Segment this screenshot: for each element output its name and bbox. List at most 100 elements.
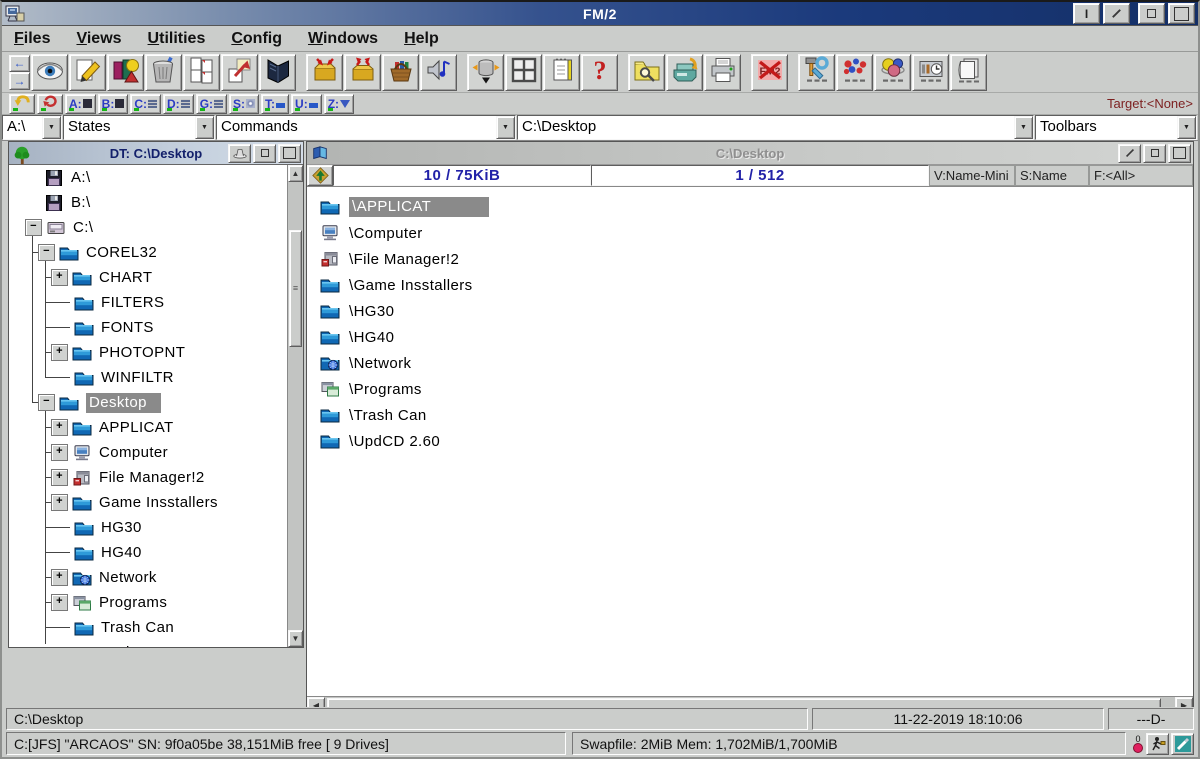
expand-button[interactable]: +	[51, 569, 68, 586]
utilities-button[interactable]	[798, 54, 835, 91]
sounds-button[interactable]	[420, 54, 457, 91]
collector-button[interactable]	[666, 54, 703, 91]
file-minimize-button[interactable]	[1143, 144, 1166, 163]
marker-button[interactable]	[1171, 733, 1194, 755]
chevron-down-icon[interactable]: ▼	[496, 116, 515, 139]
tree-item-label[interactable]: CHART	[99, 269, 152, 286]
docs-button[interactable]	[950, 54, 987, 91]
delete-button[interactable]	[145, 54, 182, 91]
combo-value[interactable]: A:\	[3, 116, 42, 139]
tree-item-label[interactable]: APPLICAT	[99, 419, 174, 436]
file-slash-button[interactable]	[1118, 144, 1141, 163]
tree-item-label[interactable]: Network	[99, 569, 157, 586]
combo-value[interactable]: Toolbars	[1036, 116, 1177, 139]
file-item--trash-can[interactable]: \Trash Can	[307, 402, 1193, 428]
expand-button[interactable]: +	[51, 494, 68, 511]
file-item--network[interactable]: \Network	[307, 350, 1193, 376]
collapse-button[interactable]: −	[38, 394, 55, 411]
move-button[interactable]	[221, 54, 258, 91]
scroll-left-button[interactable]: ◀	[307, 697, 325, 707]
menu-item-windows[interactable]: Windows	[308, 30, 378, 48]
tree-item-label[interactable]: COREL32	[86, 244, 157, 261]
tree-item-network[interactable]: + Network	[9, 565, 287, 590]
scroll-track[interactable]: ≡	[288, 182, 303, 630]
commands-button[interactable]	[259, 54, 296, 91]
menu-item-config[interactable]: Config	[231, 30, 282, 48]
combo-value[interactable]: States	[64, 116, 195, 139]
chevron-down-icon[interactable]: ▼	[195, 116, 214, 139]
tree-item-label[interactable]: B:\	[71, 194, 91, 211]
file-item--game-insstallers[interactable]: \Game Insstallers	[307, 272, 1193, 298]
copy-button[interactable]	[183, 54, 220, 91]
resize-button[interactable]	[467, 54, 504, 91]
scroll-thumb[interactable]	[327, 698, 1161, 707]
drive-button-a[interactable]: A:	[65, 94, 96, 114]
drive-button-z[interactable]: Z:	[324, 94, 354, 114]
chevron-down-icon[interactable]: ▼	[1177, 116, 1196, 139]
walk-forward-button[interactable]: →	[9, 72, 30, 90]
undo-button[interactable]	[9, 94, 35, 114]
tree-item-label[interactable]: PHOTOPNT	[99, 344, 185, 361]
tree-item-label[interactable]: Trash Can	[101, 619, 174, 636]
file-item-label[interactable]: \APPLICAT	[349, 197, 489, 217]
print-button[interactable]	[704, 54, 741, 91]
file-item-label[interactable]: \UpdCD 2.60	[349, 433, 440, 450]
expand-button[interactable]: +	[51, 269, 68, 286]
walk-back-button[interactable]: ←	[9, 55, 30, 73]
view-mode-field[interactable]: V:Name-Mini	[929, 165, 1015, 186]
parent-directory-button[interactable]	[307, 165, 333, 186]
tree-item-b-[interactable]: B:\	[9, 190, 287, 215]
tree-item-fonts[interactable]: FONTS	[9, 315, 287, 340]
menu-item-help[interactable]: Help	[404, 30, 439, 48]
tree-item-label[interactable]: FILTERS	[101, 294, 164, 311]
tree-item-computer[interactable]: +Computer	[9, 440, 287, 465]
scroll-up-button[interactable]: ▲	[288, 165, 303, 182]
notepad-button[interactable]	[543, 54, 580, 91]
commands-select[interactable]: Commands▼	[216, 115, 516, 140]
tree-maximize-button[interactable]	[278, 144, 301, 163]
tree-item-applicat[interactable]: +APPLICAT	[9, 415, 287, 440]
help-button[interactable]: ?	[581, 54, 618, 91]
drive-button-t[interactable]: T:	[261, 94, 289, 114]
tree-item-hg30[interactable]: HG30	[9, 515, 287, 540]
maximize-button[interactable]	[1168, 3, 1195, 24]
drive-select[interactable]: A:\▼	[2, 115, 62, 140]
slash-button[interactable]	[1103, 3, 1130, 24]
menu-item-files[interactable]: Files	[14, 30, 50, 48]
seek-button[interactable]	[628, 54, 665, 91]
combo-value[interactable]: C:\Desktop	[518, 116, 1014, 139]
tree-item-label[interactable]: C:\	[73, 219, 93, 236]
sort-mode-field[interactable]: S:Name	[1015, 165, 1089, 186]
tree-item-label[interactable]: File Manager!2	[99, 469, 205, 486]
tree-item-label[interactable]: UpdCD 2.60	[101, 644, 188, 647]
tree-minimize-button[interactable]	[253, 144, 276, 163]
tree-item-label[interactable]: A:\	[71, 169, 91, 186]
file-horizontal-scrollbar[interactable]: ◀ ▶	[307, 696, 1193, 707]
chevron-down-icon[interactable]: ▼	[1014, 116, 1033, 139]
file-item--file-manager-2[interactable]: \File Manager!2	[307, 246, 1193, 272]
tree-item-label[interactable]: Programs	[99, 594, 167, 611]
extract-button[interactable]	[344, 54, 381, 91]
file-item-label[interactable]: \Game Insstallers	[349, 277, 473, 294]
tree-item-file-manager-2[interactable]: +File Manager!2	[9, 465, 287, 490]
colors-button[interactable]	[874, 54, 911, 91]
processes-button[interactable]	[836, 54, 873, 91]
tree-item-label[interactable]: WINFILTR	[101, 369, 174, 386]
app-icon[interactable]	[5, 5, 25, 23]
file-item-label[interactable]: \Programs	[349, 381, 422, 398]
drive-button-s[interactable]: S:	[229, 94, 259, 114]
tree-item-game-insstallers[interactable]: +Game Insstallers	[9, 490, 287, 515]
drive-button-d[interactable]: D:	[163, 94, 194, 114]
basket-button[interactable]	[382, 54, 419, 91]
drive-button-c[interactable]: C:	[130, 94, 161, 114]
drive-button-g[interactable]: G:	[196, 94, 227, 114]
rescan-button[interactable]	[37, 94, 63, 114]
tree-item-chart[interactable]: + CHART	[9, 265, 287, 290]
expand-button[interactable]: +	[51, 344, 68, 361]
expand-button[interactable]: +	[51, 594, 68, 611]
combo-value[interactable]: Commands	[217, 116, 496, 139]
dress-button[interactable]	[228, 144, 251, 163]
tree-item-label[interactable]: HG30	[101, 519, 142, 536]
collapse-button[interactable]: −	[38, 244, 55, 261]
edit-button[interactable]	[69, 54, 106, 91]
